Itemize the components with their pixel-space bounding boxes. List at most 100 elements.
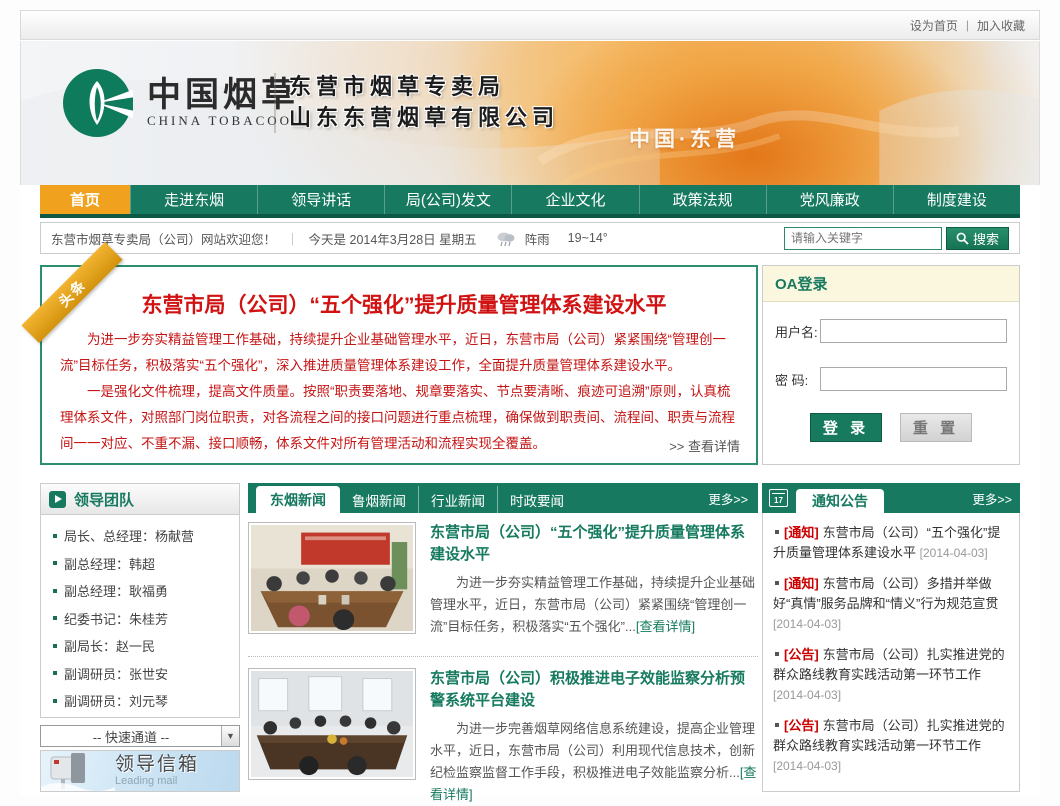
leader-mailbox-banner[interactable]: 领导信箱 Leading mail (40, 750, 240, 792)
nav-item-party[interactable]: 党风廉政 (766, 185, 893, 214)
leader-item[interactable]: 副调研员：张世安 (53, 660, 239, 688)
main-nav: 首页 走进东烟 领导讲话 局(公司)发文 企业文化 政策法规 党风廉政 制度建设 (40, 185, 1020, 218)
news-more-link[interactable]: 更多>> (708, 489, 758, 508)
welcome-text: 东营市烟草专卖局（公司）网站欢迎您！ (51, 229, 276, 248)
notices-more-link[interactable]: 更多>> (972, 489, 1020, 508)
bullet-icon (775, 530, 779, 534)
bullet-icon (775, 652, 779, 656)
play-icon (49, 491, 66, 508)
leader-item[interactable]: 纪委书记：朱桂芳 (53, 605, 239, 633)
leaders-list: 局长、总经理：杨献营 副总经理：韩超 副总经理：耿福勇 纪委书记：朱桂芳 副局长… (40, 515, 240, 718)
page: 设为首页 | 加入收藏 中国烟草 CHINA TOBACOO (20, 10, 1040, 795)
chevron-down-icon[interactable]: ▼ (221, 726, 239, 746)
article-excerpt: 为进一步完善烟草网络信息系统建设，提高企业管理水平，近日，东营市局（公司）利用现… (430, 718, 758, 806)
leader-item[interactable]: 局长、总经理：杨献营 (53, 522, 239, 550)
password-field[interactable] (820, 367, 1007, 391)
article-excerpt: 为进一步夯实精益管理工作基础，持续提升企业基础管理水平，近日，东营市局（公司）紧… (430, 572, 758, 638)
article-title[interactable]: 东营市局（公司）“五个强化”提升质量管理体系建设水平 (430, 522, 758, 566)
topbar-divider: | (966, 18, 969, 32)
bullet-icon (53, 644, 57, 648)
nav-item-home[interactable]: 首页 (40, 185, 130, 214)
leader-item[interactable]: 副局长：赵一民 (53, 632, 239, 660)
org-title-line1: 东营市烟草专卖局 (289, 71, 559, 102)
logo[interactable]: 中国烟草 CHINA TOBACOO (61, 67, 299, 139)
logo-title-cn: 中国烟草 (147, 77, 299, 113)
login-button[interactable]: 登 录 (810, 413, 882, 442)
headline-more-link[interactable]: >> 查看详情 (669, 436, 740, 455)
search-button[interactable]: 搜索 (946, 227, 1009, 250)
header-divider (274, 73, 276, 133)
quick-channel-select[interactable]: -- 快速通道 -- ▼ (40, 725, 240, 747)
bullet-icon (53, 699, 57, 703)
leader-item[interactable]: 副总经理：韩超 (53, 550, 239, 578)
bullet-icon (53, 616, 57, 620)
quick-channel-value: -- 快速通道 -- (41, 727, 221, 746)
notices-list: [通知]东营市局（公司）“五个强化”提升质量管理体系建设水平 [2014-04-… (762, 513, 1020, 792)
tab-politics-news[interactable]: 时政要闻 (497, 486, 576, 513)
oa-login-panel: OA登录 用户名: 密 码: 登 录 重 置 (762, 265, 1020, 465)
notices-header: 17 通知公告 更多>> (762, 483, 1020, 513)
article-detail-link[interactable]: [查看详情] (636, 619, 695, 634)
org-titles: 东营市烟草专卖局 山东东营烟草有限公司 (289, 71, 559, 133)
nav-item-culture[interactable]: 企业文化 (511, 185, 638, 214)
banner-slogan: 中国·东营 (629, 123, 740, 153)
nav-bottom-strip (40, 214, 1020, 218)
notice-item[interactable]: [通知]东营市局（公司）“五个强化”提升质量管理体系建设水平 [2014-04-… (773, 523, 1009, 563)
mailbox-title: 领导信箱 (115, 755, 199, 776)
nav-item-system[interactable]: 制度建设 (893, 185, 1020, 214)
headline-paragraph-2: 一是强化文件梳理，提高文件质量。按照“职责要落地、规章要落实、节点要清晰、痕迹可… (60, 379, 738, 457)
article-photo-meeting[interactable] (248, 522, 416, 634)
tab-dongyan-news[interactable]: 东烟新闻 (256, 486, 340, 513)
leaders-header: 领导团队 (40, 483, 240, 515)
oa-login-title: OA登录 (763, 266, 1019, 302)
top-utility-bar: 设为首页 | 加入收藏 (20, 10, 1040, 40)
username-field[interactable] (820, 319, 1007, 343)
article-photo-conference[interactable] (248, 668, 416, 780)
welcome-bar: 东营市烟草专卖局（公司）网站欢迎您！ ｜ 今天是 2014年3月28日 星期五 … (40, 222, 1020, 254)
welcome-divider: ｜ (286, 229, 299, 248)
nav-item-leader-speech[interactable]: 领导讲话 (257, 185, 384, 214)
tab-luyan-news[interactable]: 鲁烟新闻 (340, 486, 418, 513)
headline-box: 头条 东营市局（公司）“五个强化”提升质量管理体系建设水平 为进一步夯实精益管理… (40, 265, 758, 465)
add-favorite-link[interactable]: 加入收藏 (977, 17, 1025, 34)
headline-body: 为进一步夯实精益管理工作基础，持续提升企业基础管理水平，近日，东营市局（公司）紧… (60, 327, 738, 457)
leaders-title: 领导团队 (74, 489, 134, 510)
reset-button[interactable]: 重 置 (900, 413, 972, 442)
bullet-icon (53, 589, 57, 593)
weather-text: 阵雨 (525, 229, 550, 248)
nav-item-about[interactable]: 走进东烟 (130, 185, 257, 214)
china-tobacco-logo-icon (61, 67, 133, 139)
notice-item[interactable]: [通知]东营市局（公司）多措并举做好“真情”服务品牌和“情义”行为规范宣贯 [2… (773, 574, 1009, 634)
org-title-line2: 山东东营烟草有限公司 (289, 102, 559, 133)
password-label: 密 码: (775, 370, 820, 389)
username-label: 用户名: (775, 322, 820, 341)
temperature-text: 19~14° (568, 231, 608, 245)
rain-cloud-icon (495, 229, 517, 247)
tab-industry-news[interactable]: 行业新闻 (418, 486, 497, 513)
nav-item-documents[interactable]: 局(公司)发文 (384, 185, 511, 214)
logo-title-en: CHINA TOBACOO (147, 113, 299, 129)
search-input[interactable] (784, 227, 942, 250)
nav-item-policy[interactable]: 政策法规 (639, 185, 766, 214)
leader-item[interactable]: 副总经理：耿福勇 (53, 577, 239, 605)
news-article: 东营市局（公司）“五个强化”提升质量管理体系建设水平 为进一步夯实精益管理工作基… (248, 522, 758, 638)
leader-item[interactable]: 副调研员：刘元琴 (53, 687, 239, 715)
news-article: 东营市局（公司）积极推进电子效能监察分析预警系统平台建设 为进一步完善烟草网络信… (248, 668, 758, 806)
mailbox-subtitle: Leading mail (115, 775, 199, 787)
bullet-icon (53, 671, 57, 675)
notice-item[interactable]: [公告]东营市局（公司）扎实推进党的群众路线教育实践活动第一环节工作 [2014… (773, 645, 1009, 705)
bullet-icon (775, 723, 779, 727)
date-text: 今天是 2014年3月28日 星期五 (309, 229, 477, 248)
article-separator (248, 656, 758, 657)
headline-title[interactable]: 东营市局（公司）“五个强化”提升质量管理体系建设水平 (82, 289, 726, 319)
notice-item[interactable]: [公告]东营市局（公司）扎实推进党的群众路线教育实践活动第一环节工作 [2014… (773, 716, 1009, 776)
search-icon (956, 232, 969, 245)
bullet-icon (53, 561, 57, 565)
article-title[interactable]: 东营市局（公司）积极推进电子效能监察分析预警系统平台建设 (430, 668, 758, 712)
bullet-icon (775, 581, 779, 585)
bullet-icon (53, 534, 57, 538)
set-homepage-link[interactable]: 设为首页 (910, 17, 958, 34)
search-button-label: 搜索 (973, 229, 999, 248)
headline-paragraph-1: 为进一步夯实精益管理工作基础，持续提升企业基础管理水平，近日，东营市局（公司）紧… (60, 327, 738, 379)
notices-tab[interactable]: 通知公告 (796, 489, 884, 513)
